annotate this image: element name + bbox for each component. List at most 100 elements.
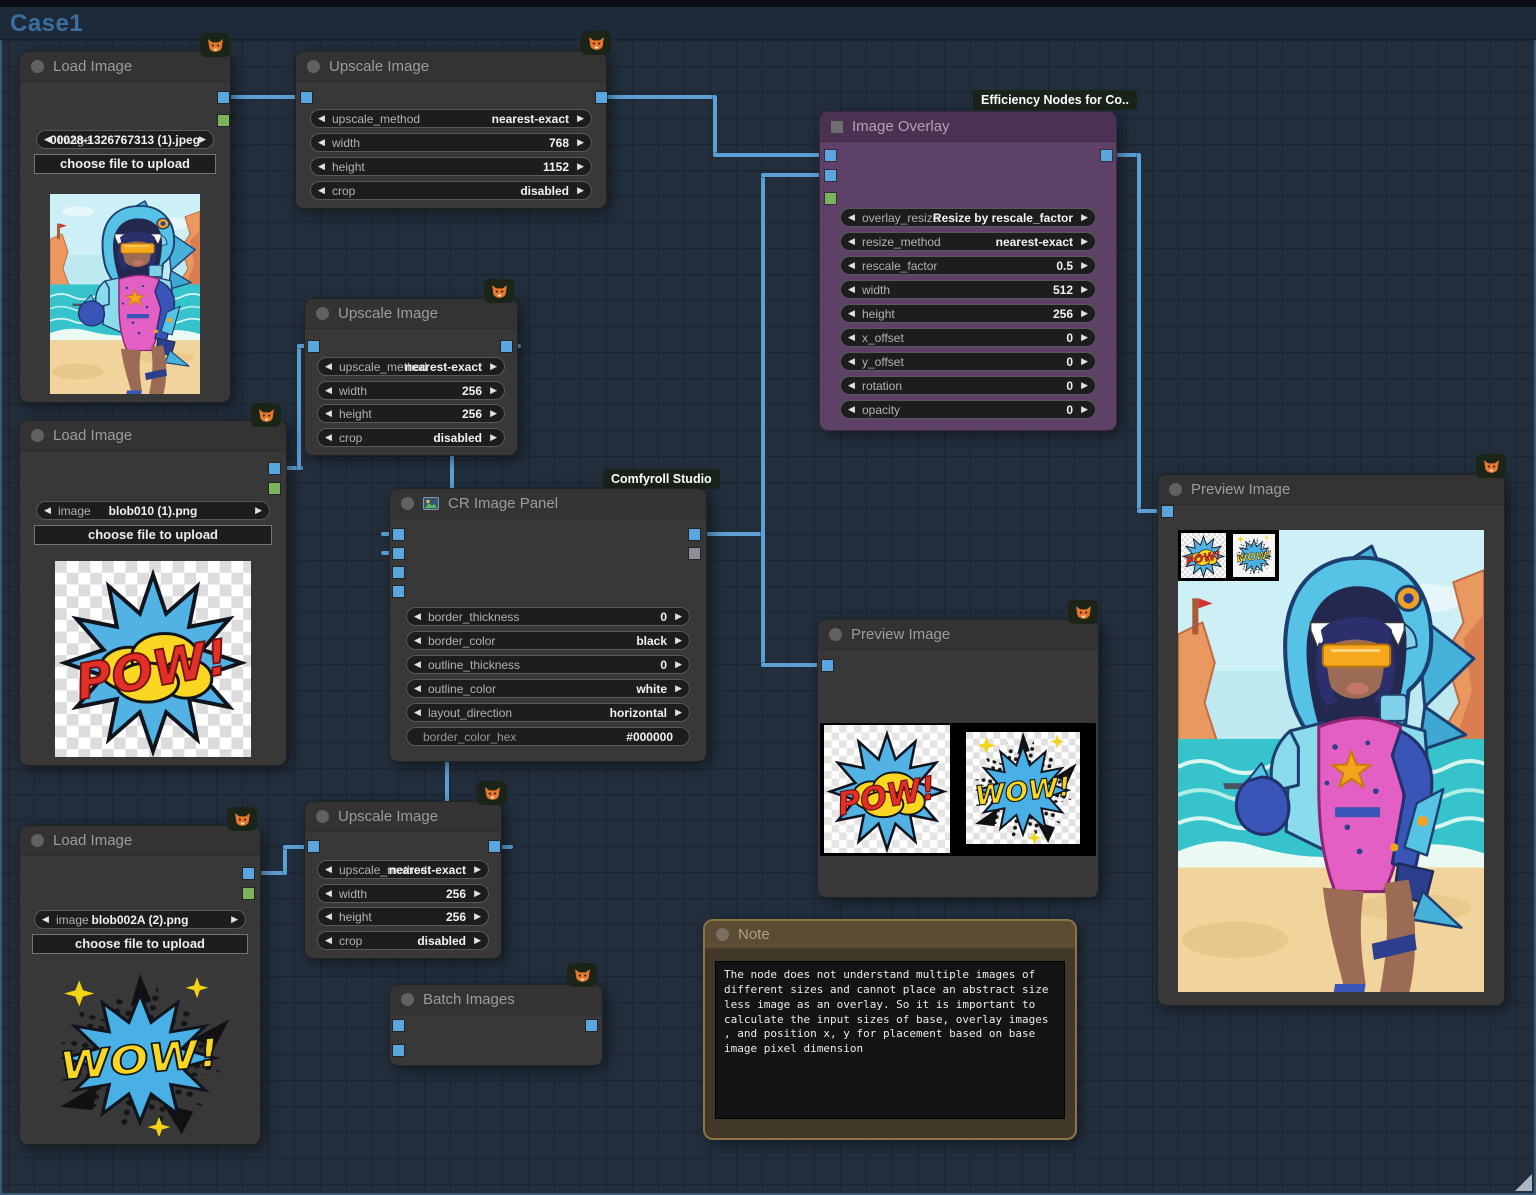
widget-overlay-resize[interactable]: ◀overlay_resizeResize by rescale_factor▶ [840,208,1096,227]
combo-right-arrow[interactable]: ▶ [199,135,206,144]
decrement-arrow[interactable]: ◀ [325,865,332,874]
increment-arrow[interactable]: ▶ [1081,285,1088,294]
node-header[interactable]: Batch Images [390,985,602,1015]
choose-file-button[interactable]: choose file to upload [34,525,272,545]
node-preview-image-2[interactable]: Preview Image [1158,475,1504,1005]
increment-arrow[interactable]: ▶ [577,114,584,123]
node-header[interactable]: Upscale Image [296,52,606,82]
widget-width[interactable]: ◀width768▶ [310,133,592,152]
increment-arrow[interactable]: ▶ [490,362,497,371]
node-header[interactable]: Image Overlay [820,112,1116,142]
widget-y-offset[interactable]: ◀y_offset0▶ [840,352,1096,371]
node-image-overlay[interactable]: Image Overlay ◀overlay_resizeResize by r… [820,112,1116,430]
combo-right-arrow[interactable]: ▶ [255,506,262,515]
decrement-arrow[interactable]: ◀ [325,936,332,945]
choose-file-button[interactable]: choose file to upload [32,934,248,954]
collapse-dot-icon[interactable] [316,307,329,320]
widget-border-color-hex[interactable]: border_color_hex#000000 [406,727,690,746]
node-header[interactable]: Note [705,921,1075,949]
increment-arrow[interactable]: ▶ [490,409,497,418]
decrement-arrow[interactable]: ◀ [848,309,855,318]
collapse-dot-icon[interactable] [307,60,320,73]
increment-arrow[interactable]: ▶ [675,636,682,645]
input-slot-image-2[interactable] [393,1045,404,1056]
decrement-arrow[interactable]: ◀ [318,114,325,123]
increment-arrow[interactable]: ▶ [474,912,481,921]
widget-crop[interactable]: ◀cropdisabled▶ [310,181,592,200]
output-slot-image[interactable] [489,841,500,852]
decrement-arrow[interactable]: ◀ [848,333,855,342]
widget-upscale-method[interactable]: ◀upscale_methodnearest-exact▶ [310,109,592,128]
widget-border-thickness[interactable]: ◀border_thickness0▶ [406,607,690,626]
increment-arrow[interactable]: ▶ [490,433,497,442]
node-header[interactable]: Upscale Image [305,299,517,329]
increment-arrow[interactable]: ▶ [1081,237,1088,246]
increment-arrow[interactable]: ▶ [577,162,584,171]
decrement-arrow[interactable]: ◀ [414,708,421,717]
widget-outline-thickness[interactable]: ◀outline_thickness0▶ [406,655,690,674]
image-filename-combo[interactable]: ◀ image 00028-1326767313 (1).jpeg ▶ [36,130,214,149]
input-slot-image-2[interactable] [393,548,404,559]
note-textarea[interactable]: The node does not understand multiple im… [715,961,1065,1119]
decrement-arrow[interactable]: ◀ [848,261,855,270]
increment-arrow[interactable]: ▶ [675,660,682,669]
increment-arrow[interactable]: ▶ [675,612,682,621]
increment-arrow[interactable]: ▶ [1081,357,1088,366]
output-slot-show-help[interactable] [689,548,700,559]
node-load-image-2[interactable]: Load Image ◀ image blob010 (1).png ▶ cho… [20,421,286,765]
widget-x-offset[interactable]: ◀x_offset0▶ [840,328,1096,347]
input-slot-base-image[interactable] [825,150,836,161]
collapse-dot-icon[interactable] [716,928,729,941]
canvas-resize-handle[interactable] [1515,1174,1532,1191]
node-load-image-3[interactable]: Load Image ◀ image blob002A (2).png ▶ ch… [20,826,260,1144]
decrement-arrow[interactable]: ◀ [414,684,421,693]
collapse-dot-icon[interactable] [31,60,44,73]
decrement-arrow[interactable]: ◀ [325,362,332,371]
widget-width[interactable]: ◀width256▶ [317,884,489,903]
decrement-arrow[interactable]: ◀ [848,405,855,414]
decrement-arrow[interactable]: ◀ [325,409,332,418]
decrement-arrow[interactable]: ◀ [414,612,421,621]
collapse-square-icon[interactable] [831,121,843,133]
increment-arrow[interactable]: ▶ [675,684,682,693]
increment-arrow[interactable]: ▶ [1081,261,1088,270]
widget-resize-method[interactable]: ◀resize_methodnearest-exact▶ [840,232,1096,251]
increment-arrow[interactable]: ▶ [1081,333,1088,342]
node-header[interactable]: Load Image [20,826,260,856]
input-slot-images[interactable] [822,660,833,671]
increment-arrow[interactable]: ▶ [490,386,497,395]
input-slot-image-3[interactable] [393,567,404,578]
collapse-dot-icon[interactable] [31,429,44,442]
increment-arrow[interactable]: ▶ [1081,213,1088,222]
node-upscale-image-1[interactable]: Upscale Image ◀upscale_methodnearest-exa… [296,52,606,208]
increment-arrow[interactable]: ▶ [474,865,481,874]
increment-arrow[interactable]: ▶ [1081,309,1088,318]
output-slot-image[interactable] [596,92,607,103]
node-upscale-image-3[interactable]: Upscale Image ◀upscale_methodnearest-exa… [305,802,501,958]
collapse-dot-icon[interactable] [401,497,414,510]
widget-height[interactable]: ◀height256▶ [840,304,1096,323]
decrement-arrow[interactable]: ◀ [325,433,332,442]
input-slot-overlay-image[interactable] [825,170,836,181]
output-slot-image[interactable] [243,868,254,879]
decrement-arrow[interactable]: ◀ [325,912,332,921]
node-graph-canvas[interactable]: Case1 Load Image ◀ image 00028-132676731… [0,0,1536,1195]
input-slot-image[interactable] [308,341,319,352]
output-slot-image[interactable] [218,92,229,103]
increment-arrow[interactable]: ▶ [1081,405,1088,414]
widget-height[interactable]: ◀height1152▶ [310,157,592,176]
output-slot-mask[interactable] [218,115,229,126]
widget-opacity[interactable]: ◀opacity0▶ [840,400,1096,419]
node-header[interactable]: Load Image [20,421,286,451]
input-slot-image-1[interactable] [393,529,404,540]
decrement-arrow[interactable]: ◀ [318,186,325,195]
widget-width[interactable]: ◀width256▶ [317,381,505,400]
output-slot-image[interactable] [1101,150,1112,161]
increment-arrow[interactable]: ▶ [675,708,682,717]
decrement-arrow[interactable]: ◀ [848,285,855,294]
node-note[interactable]: Note The node does not understand multip… [705,921,1075,1138]
widget-height[interactable]: ◀height256▶ [317,404,505,423]
decrement-arrow[interactable]: ◀ [318,162,325,171]
node-batch-images[interactable]: Batch Images [390,985,602,1065]
output-slot-mask[interactable] [269,483,280,494]
